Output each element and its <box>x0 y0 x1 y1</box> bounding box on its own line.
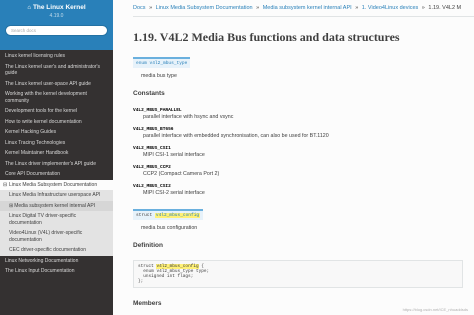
code-block: struct v4l2_mbus_config { enum v4l2_mbus… <box>133 260 463 288</box>
sidebar-item[interactable]: Core API Documentation <box>0 169 113 180</box>
sidebar-subitem-label: CEC driver-specific documentation <box>9 247 86 253</box>
divider <box>133 16 474 17</box>
collapse-icon[interactable]: ⊟ <box>3 182 7 189</box>
sidebar-item[interactable]: Linux Networking Documentation <box>0 256 113 267</box>
breadcrumb-link-docs[interactable]: Docs <box>133 5 146 11</box>
struct-description: media bus configuration <box>141 225 198 231</box>
breadcrumb-link-internal-api[interactable]: Media subsystem kernel internal API <box>263 5 352 11</box>
breadcrumb-current: 1.19. V4L2 M <box>428 5 462 11</box>
sidebar-subitem[interactable]: CEC driver-specific documentation <box>0 245 113 256</box>
breadcrumb-separator: » <box>355 5 359 11</box>
sidebar-nav: Linux kernel licensing rules The Linux k… <box>0 51 113 277</box>
enum-declaration[interactable]: enum v4l2_mbus_type <box>133 57 191 68</box>
enum-description: media bus type <box>141 73 177 79</box>
sidebar-item[interactable]: The Linux kernel user's and administrato… <box>0 62 113 79</box>
decl-name: v4l2_mbus_type <box>149 61 188 66</box>
sidebar-item-label: Linux Media Subsystem Documentation <box>9 181 98 188</box>
page-title: 1.19. V4L2 Media Bus functions and data … <box>133 30 400 44</box>
sidebar-item-current[interactable]: ⊟ Linux Media Subsystem Documentation <box>0 179 113 190</box>
struct-declaration[interactable]: struct v4l2_mbus_config <box>133 209 204 220</box>
constant-name: V4L2_MBUS_CSI1 <box>133 146 171 151</box>
sidebar-subitem-label: Linux Media Infrastructure userspace API <box>9 192 101 198</box>
decl-name: v4l2_mbus_config <box>154 213 201 218</box>
sidebar-header: ⌂ The Linux Kernel 4.19.0 Search docs <box>0 0 113 50</box>
constant-name: V4L2_MBUS_CSI2 <box>133 184 171 189</box>
sidebar-item[interactable]: Kernel Maintainer Handbook <box>0 148 113 159</box>
sidebar-subitem-label: Linux Digital TV driver-specific documen… <box>9 213 77 226</box>
constant-name: V4L2_MBUS_CCP2 <box>133 165 171 170</box>
constant-name: V4L2_MBUS_BT656 <box>133 127 174 132</box>
home-icon: ⌂ <box>27 4 31 11</box>
expand-icon[interactable]: ⊞ <box>9 203 13 209</box>
sidebar-subitem[interactable]: Linux Media Infrastructure userspace API <box>0 190 113 201</box>
constant-description: MIPI CSI-1 serial interface <box>143 152 205 158</box>
search-input[interactable]: Search docs <box>5 25 108 36</box>
breadcrumb-separator: » <box>256 5 260 11</box>
constant-description: CCP2 (Compact Camera Port 2) <box>143 171 220 177</box>
brand-title: The Linux Kernel <box>32 4 86 11</box>
definition-heading: Definition <box>133 242 163 249</box>
sidebar-item[interactable]: Working with the kernel development comm… <box>0 89 113 106</box>
breadcrumb-link-v4l-devices[interactable]: 1. Video4Linux devices <box>362 5 418 11</box>
decl-keyword: struct <box>136 213 155 218</box>
sidebar-item[interactable]: Kernel Hacking Guides <box>0 127 113 138</box>
sidebar-subitem[interactable]: ⊞Media subsystem kernel internal API <box>0 200 113 211</box>
breadcrumb-separator: » <box>421 5 425 11</box>
sidebar-item[interactable]: Development tools for the kernel <box>0 106 113 117</box>
sidebar-subitem[interactable]: Video4Linux (V4L) driver-specific docume… <box>0 228 113 245</box>
sidebar-item[interactable]: The Linux driver implementer's API guide <box>0 159 113 170</box>
code-line: }; <box>138 279 144 284</box>
version-label: 4.19.0 <box>49 13 64 19</box>
sidebar-item[interactable]: Linux kernel licensing rules <box>0 51 113 62</box>
main-content: Docs » Linux Media Subsystem Documentati… <box>113 0 474 315</box>
sidebar-item[interactable]: The Linux kernel user-space API guide <box>0 79 113 90</box>
brand-link[interactable]: ⌂ The Linux Kernel <box>0 4 113 11</box>
sidebar-subitem-label: Video4Linux (V4L) driver-specific docume… <box>9 230 83 243</box>
constant-description: MIPI CSI-2 serial interface <box>143 190 205 196</box>
breadcrumb-link-media[interactable]: Linux Media Subsystem Documentation <box>156 5 253 11</box>
watermark: https://blog.csdn.net/ICE_nhuaddsds <box>402 307 468 312</box>
decl-keyword: enum <box>136 61 150 66</box>
constant-description: parallel interface with hsync and vsync <box>143 114 234 120</box>
breadcrumb: Docs » Linux Media Subsystem Documentati… <box>133 5 461 11</box>
members-heading: Members <box>133 300 162 307</box>
breadcrumb-separator: » <box>149 5 153 11</box>
constants-heading: Constants <box>133 90 165 97</box>
sidebar-subitem-label: Media subsystem kernel internal API <box>14 202 96 209</box>
sidebar-subitem[interactable]: Linux Digital TV driver-specific documen… <box>0 211 113 228</box>
sidebar-item[interactable]: Linux Tracing Technologies <box>0 138 113 149</box>
constant-description: parallel interface with embedded synchro… <box>143 133 329 139</box>
sidebar-item[interactable]: The Linux Input Documentation <box>0 266 113 277</box>
sidebar: ⌂ The Linux Kernel 4.19.0 Search docs Li… <box>0 0 113 315</box>
constant-name: V4L2_MBUS_PARALLEL <box>133 108 182 113</box>
sidebar-item[interactable]: How to write kernel documentation <box>0 117 113 128</box>
